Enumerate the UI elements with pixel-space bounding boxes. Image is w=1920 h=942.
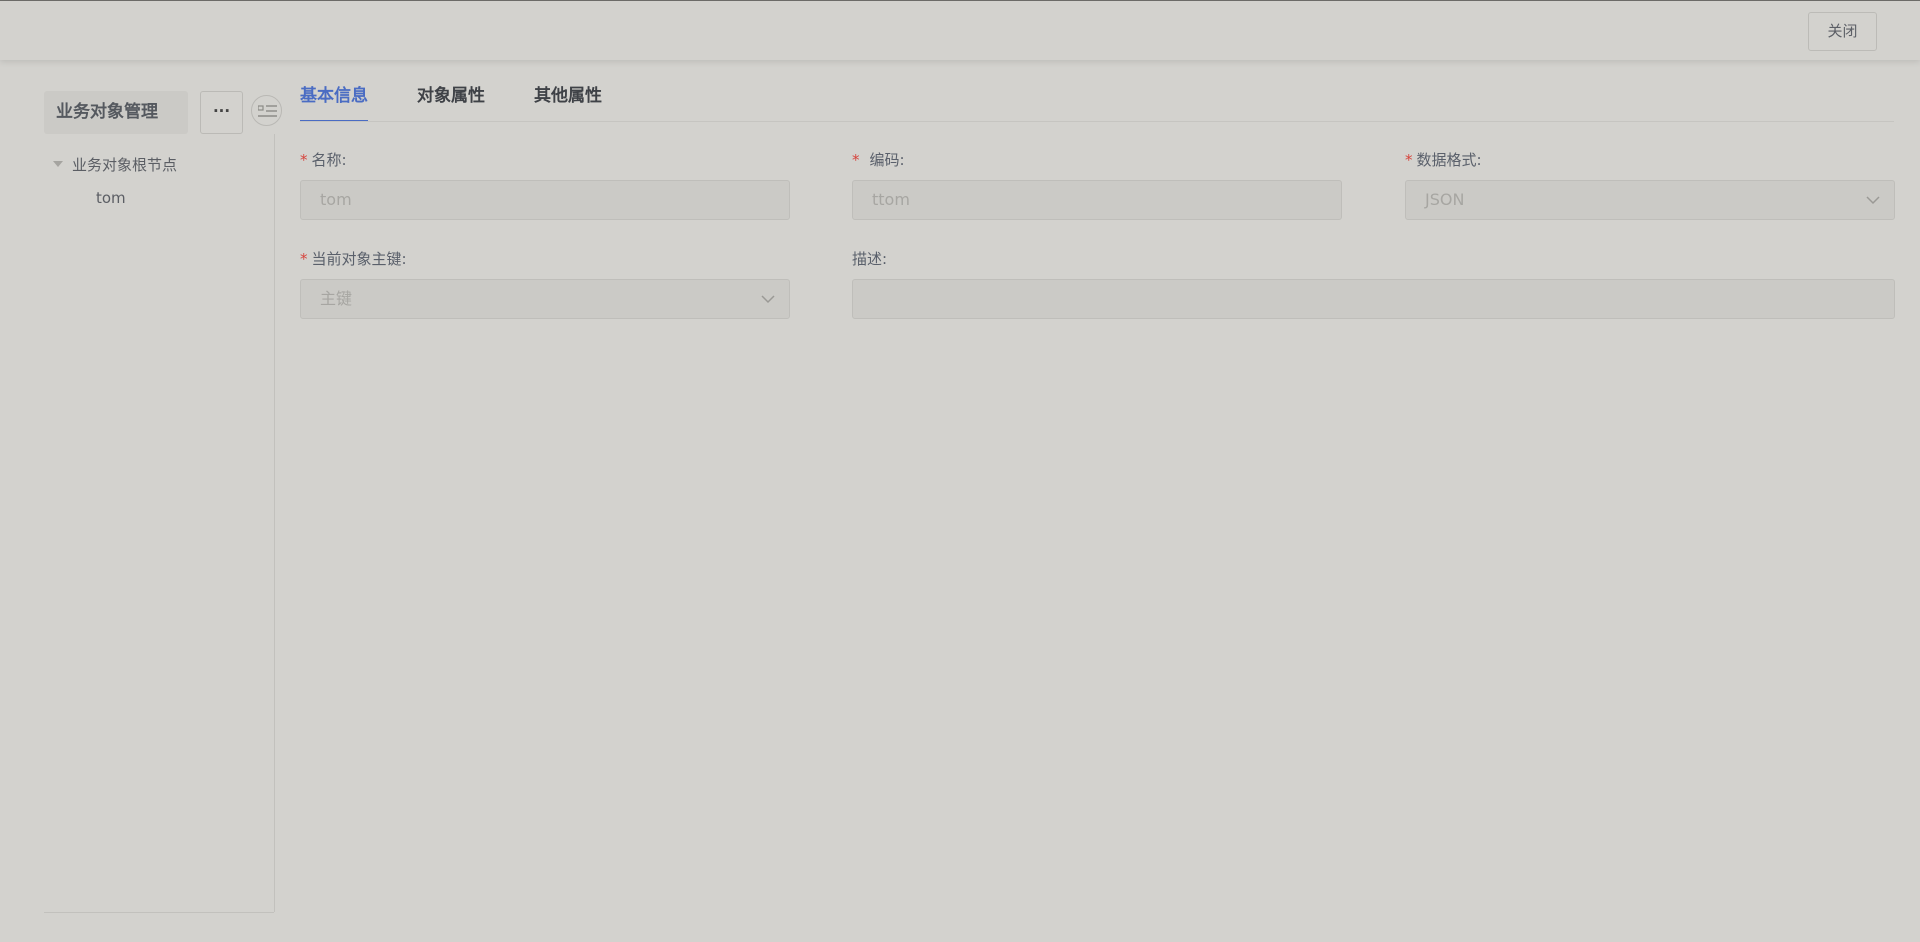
tree-root-label: 业务对象根节点 bbox=[72, 155, 178, 174]
primary-key-label-text: 当前对象主键: bbox=[311, 250, 407, 268]
format-label: * 数据格式: bbox=[1405, 149, 1482, 171]
primary-key-label: * 当前对象主键: bbox=[300, 248, 407, 270]
primary-key-select[interactable]: 主键 bbox=[300, 279, 790, 319]
sidebar-title: 业务对象管理 bbox=[44, 91, 188, 134]
more-options-button[interactable]: ··· bbox=[200, 91, 243, 134]
tab-bar: 基本信息 对象属性 其他属性 bbox=[300, 82, 651, 122]
list-collapse-icon bbox=[258, 105, 277, 117]
chevron-down-icon bbox=[761, 295, 775, 304]
code-label: * 编码: bbox=[852, 149, 905, 171]
primary-key-placeholder: 主键 bbox=[320, 289, 353, 308]
sidebar-bottom-line bbox=[44, 912, 274, 913]
data-format-select[interactable]: JSON bbox=[1405, 180, 1895, 220]
description-field[interactable] bbox=[852, 279, 1895, 319]
tree-node-tom[interactable]: tom bbox=[96, 189, 126, 207]
sidebar-divider bbox=[274, 134, 275, 912]
tree-root-node[interactable]: 业务对象根节点 bbox=[52, 152, 177, 176]
tab-other-properties[interactable]: 其他属性 bbox=[534, 82, 602, 122]
name-label-text: 名称: bbox=[311, 151, 347, 169]
collapse-sidebar-button[interactable] bbox=[251, 95, 282, 126]
top-toolbar: 关闭 bbox=[0, 1, 1920, 60]
required-mark: * bbox=[300, 151, 308, 169]
required-mark: * bbox=[1405, 151, 1413, 169]
tab-object-properties[interactable]: 对象属性 bbox=[417, 82, 485, 122]
name-field[interactable]: tom bbox=[300, 180, 790, 220]
chevron-down-icon bbox=[1866, 196, 1880, 205]
name-label: * 名称: bbox=[300, 149, 347, 171]
required-mark: * bbox=[852, 151, 860, 169]
code-field[interactable]: ttom bbox=[852, 180, 1342, 220]
data-format-value: JSON bbox=[1425, 190, 1465, 209]
format-label-text: 数据格式: bbox=[1416, 151, 1482, 169]
caret-down-icon[interactable] bbox=[52, 158, 64, 170]
tab-divider bbox=[300, 121, 1894, 122]
tab-basic-info[interactable]: 基本信息 bbox=[300, 82, 368, 122]
code-label-text: 编码: bbox=[869, 151, 905, 169]
required-mark: * bbox=[300, 250, 308, 268]
close-button[interactable]: 关闭 bbox=[1808, 12, 1877, 51]
description-label: 描述: bbox=[852, 250, 888, 268]
